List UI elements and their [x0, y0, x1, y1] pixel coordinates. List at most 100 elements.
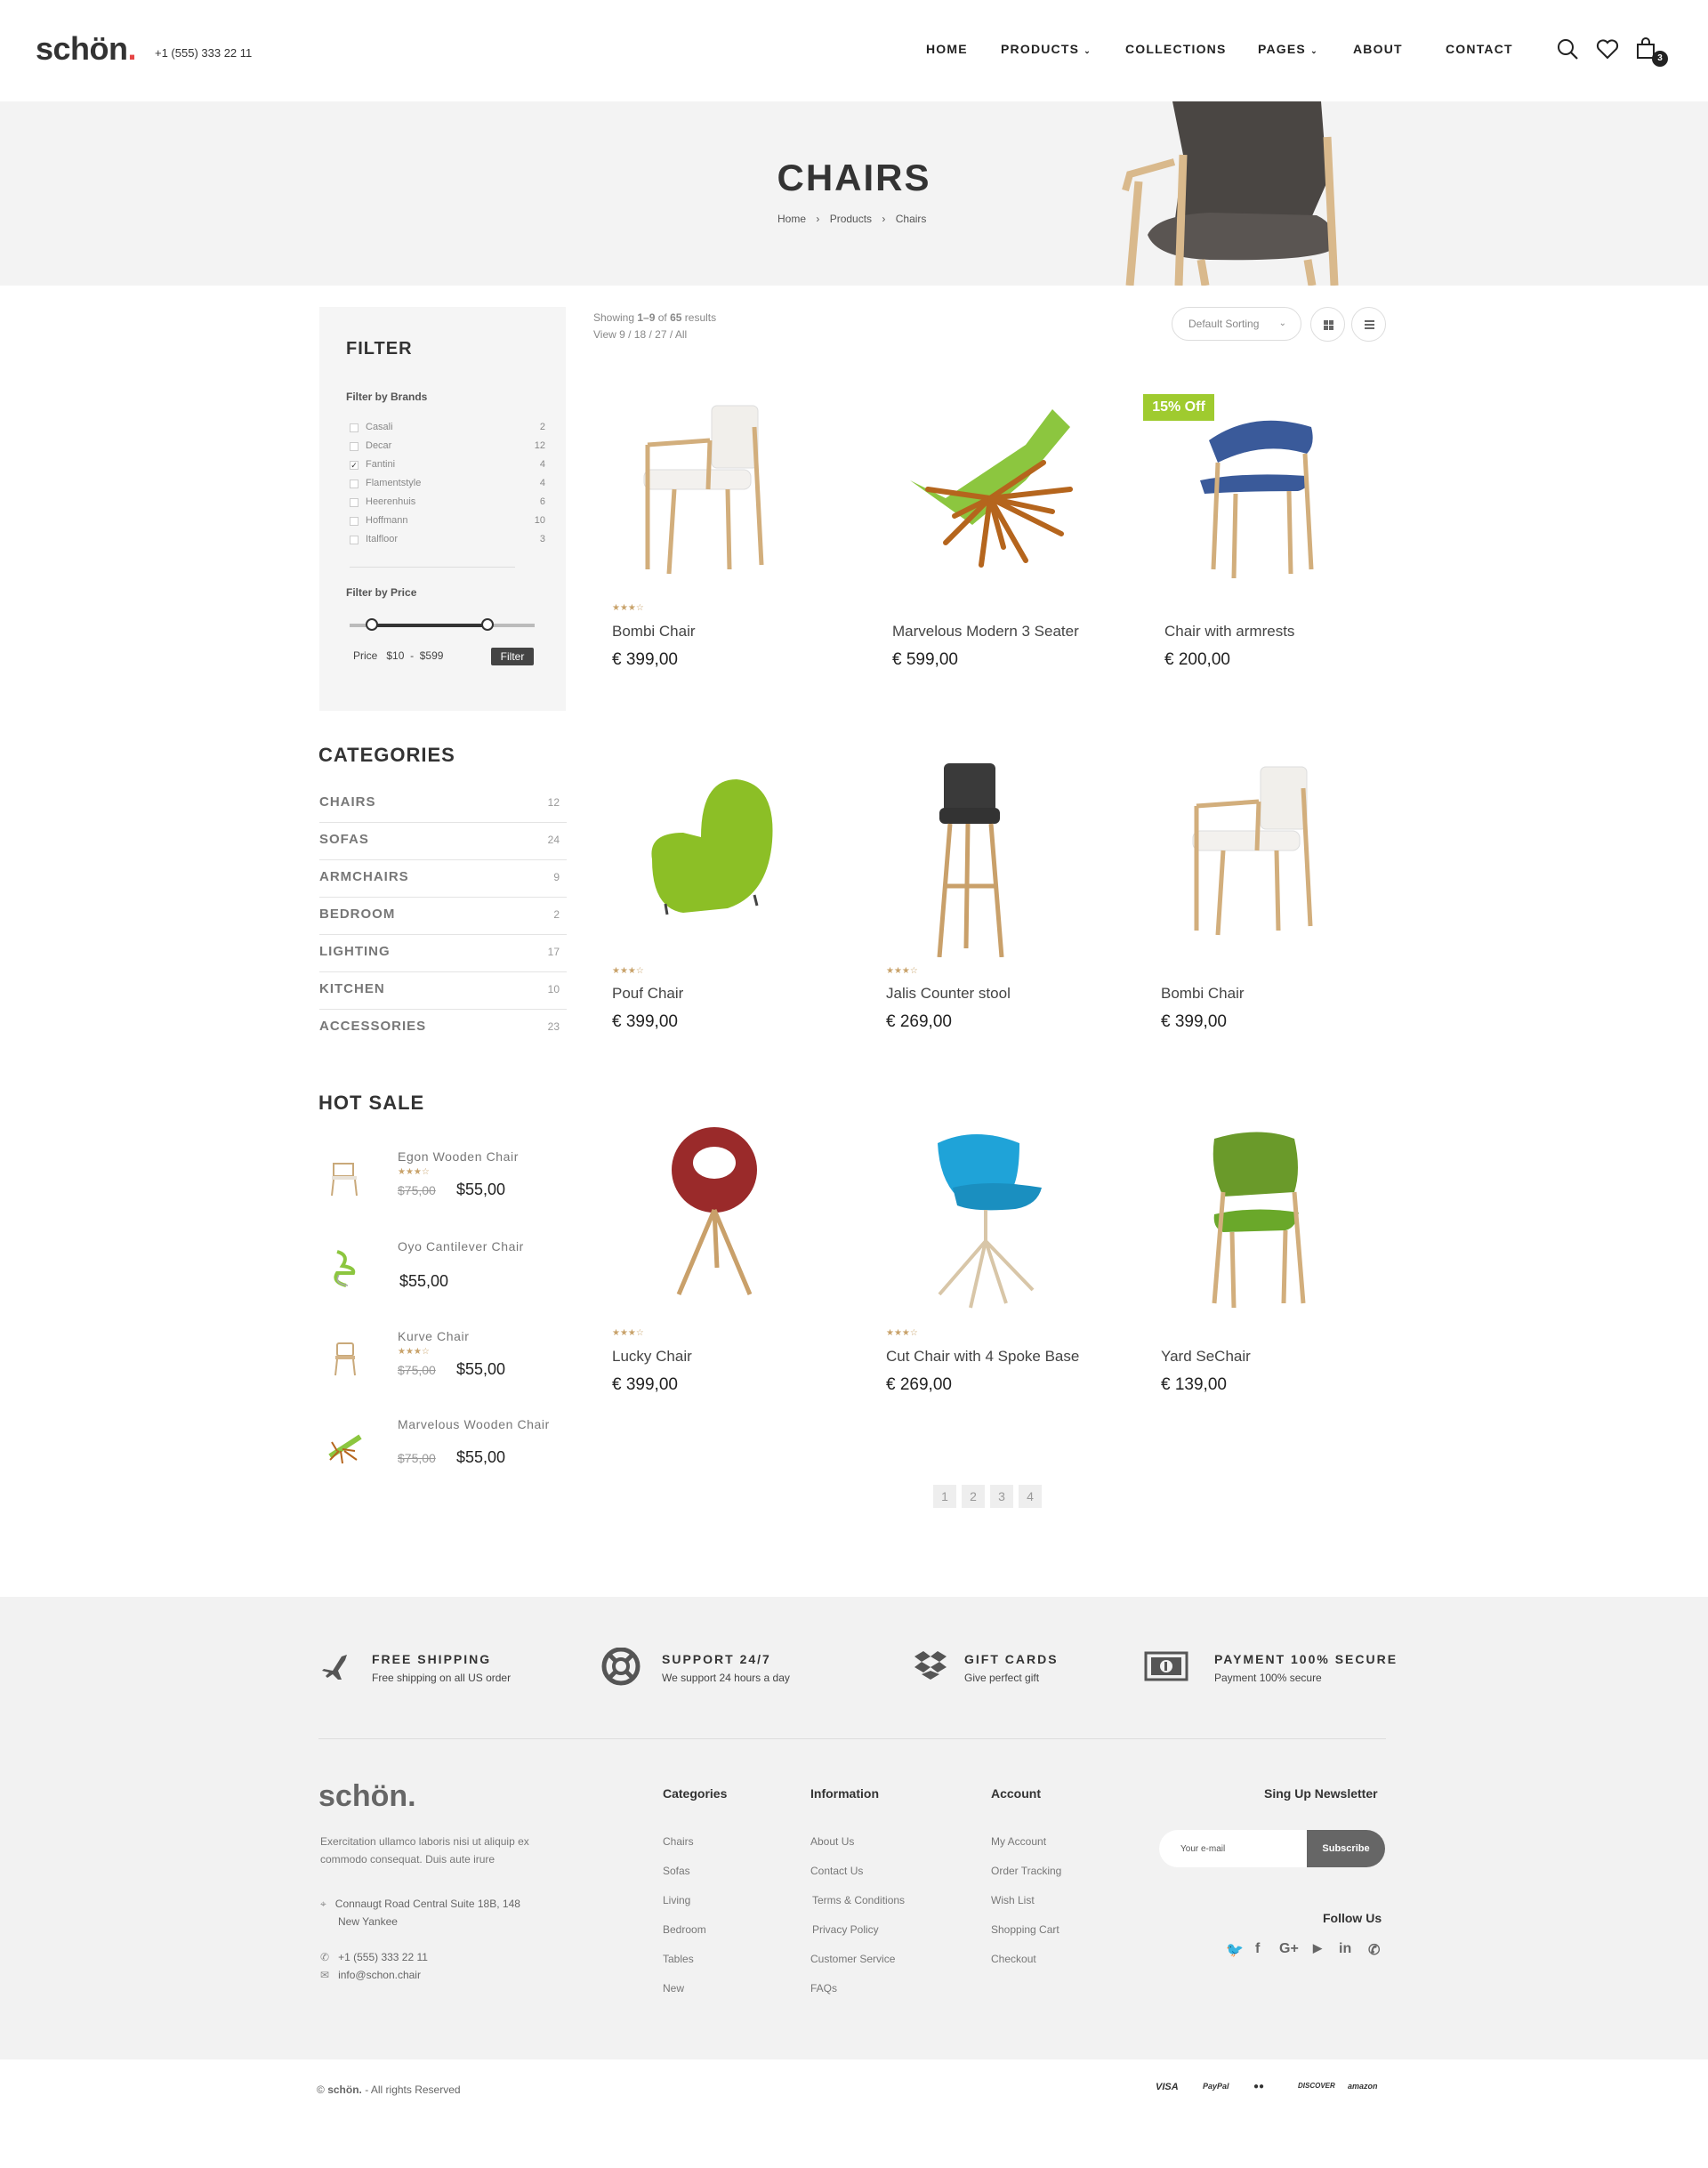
brand-filter-fantini[interactable]: ✓ Fantini 4 — [350, 459, 545, 471]
hot-sale-item[interactable]: Egon Wooden Chair ★★★☆ $75,00 $55,00 — [319, 1149, 568, 1221]
category-item-armchairs[interactable]: ARMCHAIRS 9 — [319, 860, 567, 898]
price-min-handle[interactable] — [366, 618, 378, 631]
twitter-icon[interactable]: 🐦 — [1226, 1941, 1244, 1959]
product-card[interactable]: Bombi Chair € 399,00 — [1161, 753, 1374, 1055]
category-item-sofas[interactable]: SOFAS 24 — [319, 823, 567, 860]
price-max-handle[interactable] — [481, 618, 494, 631]
checkbox-checked[interactable]: ✓ — [350, 461, 359, 470]
brand-filter-casali[interactable]: Casali 2 — [350, 422, 545, 434]
checkbox[interactable] — [350, 517, 359, 526]
breadcrumb-home[interactable]: Home — [777, 213, 806, 225]
product-name[interactable]: Chair with armrests — [1164, 623, 1294, 641]
hot-sale-item[interactable]: Oyo Cantilever Chair $55,00 — [319, 1239, 568, 1310]
hot-sale-item[interactable]: Kurve Chair ★★★☆ $75,00 $55,00 — [319, 1329, 568, 1400]
footer-link[interactable]: Contact Us — [810, 1865, 863, 1877]
product-card[interactable]: Yard SeChair € 139,00 — [1161, 1116, 1374, 1419]
footer-link[interactable]: Living — [663, 1894, 690, 1906]
product-price: € 269,00 — [886, 1012, 952, 1031]
product-name[interactable]: Cut Chair with 4 Spoke Base — [886, 1348, 1079, 1366]
site-footer — [0, 1597, 1708, 2059]
newsletter-email-input[interactable]: Your e-mail — [1180, 1844, 1225, 1854]
filter-button[interactable]: Filter — [491, 648, 534, 665]
footer-link[interactable]: Chairs — [663, 1835, 694, 1848]
footer-link[interactable]: My Account — [991, 1835, 1046, 1848]
google-plus-icon[interactable]: G+ — [1279, 1941, 1299, 1957]
footer-link[interactable]: FAQs — [810, 1982, 837, 1995]
product-thumbnail — [334, 1250, 356, 1287]
footer-link[interactable]: Sofas — [663, 1865, 690, 1877]
envelope-icon: ✉ — [320, 1969, 330, 1981]
checkbox[interactable] — [350, 442, 359, 451]
product-name[interactable]: Lucky Chair — [612, 1348, 692, 1366]
list-view-button[interactable] — [1351, 307, 1386, 342]
brand-filter-hoffmann[interactable]: Hoffmann 10 — [350, 515, 545, 528]
filter-price-label: Filter by Price — [346, 586, 417, 599]
youtube-icon[interactable]: ▶ — [1313, 1941, 1322, 1955]
footer-link[interactable]: Customer Service — [810, 1953, 895, 1965]
footer-link[interactable]: Wish List — [991, 1894, 1035, 1906]
product-name[interactable]: Marvelous Modern 3 Seater — [892, 623, 1079, 641]
footer-link[interactable]: Checkout — [991, 1953, 1036, 1965]
logo[interactable]: schön. — [36, 30, 137, 68]
product-card[interactable]: ★★★☆ Pouf Chair € 399,00 — [612, 753, 826, 1055]
footer-link[interactable]: Bedroom — [663, 1923, 706, 1936]
brand-filter-heerenhuis[interactable]: Heerenhuis 6 — [350, 496, 545, 509]
checkbox[interactable] — [350, 423, 359, 432]
product-card[interactable]: Chair with armrests € 200,00 — [1164, 391, 1378, 694]
category-item-lighting[interactable]: LIGHTING 17 — [319, 935, 567, 972]
product-card[interactable]: Marvelous Modern 3 Seater € 599,00 — [892, 391, 1106, 694]
footer-link[interactable]: Privacy Policy — [812, 1923, 879, 1936]
footer-link[interactable]: About Us — [810, 1835, 854, 1848]
brand-filter-decar[interactable]: Decar 12 — [350, 440, 545, 453]
page-4[interactable]: 4 — [1019, 1485, 1042, 1508]
linkedin-icon[interactable]: in — [1339, 1941, 1351, 1957]
product-image — [1192, 766, 1313, 936]
nav-products[interactable]: PRODUCTS ⌄ — [1001, 42, 1092, 56]
product-card[interactable]: ★★★☆ Jalis Counter stool € 269,00 — [886, 753, 1100, 1055]
product-price: € 200,00 — [1164, 650, 1230, 669]
category-item-chairs[interactable]: CHAIRS 12 — [319, 786, 567, 823]
footer-logo[interactable]: schön. — [318, 1779, 416, 1814]
sort-select[interactable]: Default Sorting ⌄ — [1172, 307, 1301, 341]
product-name[interactable]: Pouf Chair — [612, 985, 683, 1003]
footer-link[interactable]: Order Tracking — [991, 1865, 1061, 1877]
footer-link[interactable]: Tables — [663, 1953, 694, 1965]
brand-filter-italfloor[interactable]: Italfloor 3 — [350, 534, 545, 546]
grid-view-button[interactable] — [1310, 307, 1345, 342]
product-card[interactable]: ★★★☆ Bombi Chair € 399,00 — [612, 391, 826, 694]
breadcrumb-products[interactable]: Products — [830, 213, 872, 225]
search-icon[interactable] — [1555, 36, 1580, 62]
category-item-bedroom[interactable]: BEDROOM 2 — [319, 898, 567, 935]
nav-about[interactable]: ABOUT — [1353, 42, 1403, 56]
hot-sale-item[interactable]: Marvelous Wooden Chair $75,00 $55,00 — [319, 1417, 568, 1488]
product-name[interactable]: Bombi Chair — [1161, 985, 1245, 1003]
footer-link[interactable]: New — [663, 1982, 684, 1995]
footer-email[interactable]: ✉ info@schon.chair — [320, 1966, 421, 1984]
page-1[interactable]: 1 — [933, 1485, 956, 1508]
page-2[interactable]: 2 — [962, 1485, 985, 1508]
nav-contact[interactable]: CONTACT — [1446, 42, 1513, 56]
checkbox[interactable] — [350, 498, 359, 507]
price-range-slider[interactable] — [350, 618, 535, 631]
nav-home[interactable]: HOME — [926, 42, 968, 56]
page-3[interactable]: 3 — [990, 1485, 1013, 1508]
heart-icon[interactable] — [1595, 36, 1620, 62]
category-item-accessories[interactable]: ACCESSORIES 23 — [319, 1010, 567, 1047]
product-name[interactable]: Jalis Counter stool — [886, 985, 1011, 1003]
nav-collections[interactable]: COLLECTIONS — [1125, 42, 1227, 56]
product-name[interactable]: Yard SeChair — [1161, 1348, 1251, 1366]
product-name[interactable]: Bombi Chair — [612, 623, 696, 641]
checkbox[interactable] — [350, 536, 359, 544]
whatsapp-icon[interactable]: ✆ — [1368, 1941, 1380, 1959]
per-page-selector[interactable]: View 9 / 18 / 27 / All — [593, 328, 687, 341]
brand-filter-flamentstyle[interactable]: Flamentstyle 4 — [350, 478, 545, 490]
facebook-icon[interactable]: f — [1255, 1941, 1260, 1957]
checkbox[interactable] — [350, 480, 359, 488]
nav-pages[interactable]: PAGES ⌄ — [1258, 42, 1318, 56]
product-card[interactable]: ★★★☆ Lucky Chair € 399,00 — [612, 1116, 826, 1419]
footer-link[interactable]: Terms & Conditions — [812, 1894, 905, 1906]
product-card[interactable]: ★★★☆ Cut Chair with 4 Spoke Base € 269,0… — [886, 1116, 1100, 1419]
subscribe-button[interactable]: Subscribe — [1307, 1830, 1385, 1867]
footer-link[interactable]: Shopping Cart — [991, 1923, 1059, 1936]
category-item-kitchen[interactable]: KITCHEN 10 — [319, 972, 567, 1010]
